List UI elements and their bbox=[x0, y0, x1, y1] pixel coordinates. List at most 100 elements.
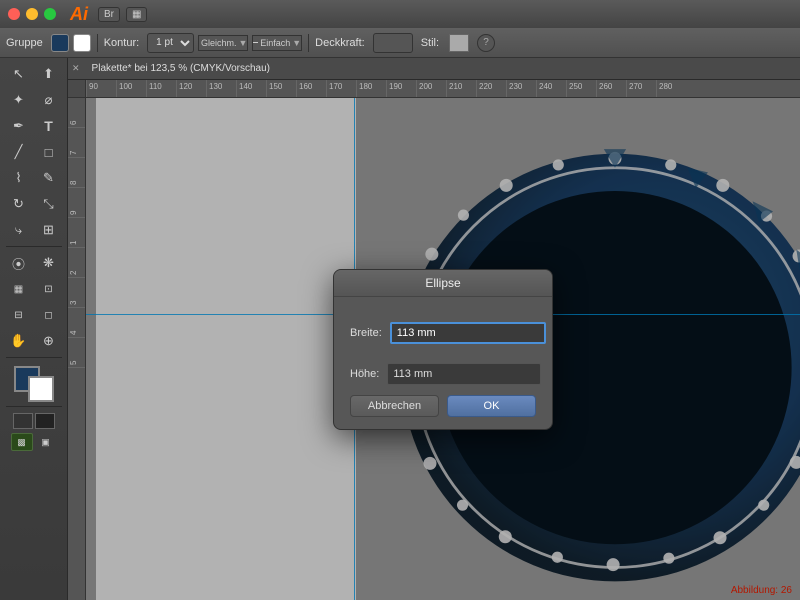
stroke-color-btn[interactable] bbox=[73, 34, 91, 52]
zoom-tool[interactable]: ⊕ bbox=[35, 329, 63, 353]
left-toolbar: ↖ ⬆ ✦ ⌀ ✒ T ╱ □ ⌇ ✎ ↻ ⤡ ⤷ ⊞ ⦿ ❋ bbox=[0, 58, 68, 600]
ruler-mark: 200 bbox=[416, 80, 446, 98]
ruler-v-mark: 6 bbox=[68, 98, 85, 128]
stroke-style2-preview[interactable]: Einfach ▼ bbox=[252, 35, 302, 51]
lasso-tool[interactable]: ⌀ bbox=[35, 88, 63, 112]
tool-row-6: ↻ ⤡ bbox=[5, 192, 63, 216]
blend-tool[interactable]: ⦿ bbox=[5, 251, 33, 275]
link-icon[interactable] bbox=[550, 313, 553, 353]
ruler-v-mark: 2 bbox=[68, 248, 85, 278]
tool-row-4: ╱ □ bbox=[5, 140, 63, 164]
ruler-mark: 180 bbox=[356, 80, 386, 98]
ruler-mark: 150 bbox=[266, 80, 296, 98]
pen-tool[interactable]: ✒ bbox=[5, 114, 33, 138]
normal-mode[interactable] bbox=[13, 413, 33, 429]
cancel-button[interactable]: Abbrechen bbox=[350, 395, 439, 417]
fill-mode[interactable]: ▩ bbox=[11, 433, 33, 451]
ruler-mark: 210 bbox=[446, 80, 476, 98]
pencil-tool[interactable]: ✎ bbox=[35, 166, 63, 190]
line-tool[interactable]: ╱ bbox=[5, 140, 33, 164]
ruler-h-marks: 90 100 110 120 130 140 150 160 170 180 1… bbox=[86, 80, 800, 98]
hoehe-input[interactable] bbox=[387, 363, 541, 385]
ruler-mark: 270 bbox=[626, 80, 656, 98]
screen-mode[interactable] bbox=[35, 413, 55, 429]
ruler-mark: 160 bbox=[296, 80, 326, 98]
background-color[interactable] bbox=[28, 376, 54, 402]
tab-title: Plakette* bei 123,5 % (CMYK/Vorschau) bbox=[84, 63, 278, 74]
opacity-input[interactable]: 100% bbox=[373, 33, 413, 53]
stil-preview[interactable] bbox=[449, 34, 469, 52]
ruler-mark: 140 bbox=[236, 80, 266, 98]
view-mode-row: ▩ ▣ bbox=[11, 433, 57, 451]
breite-input[interactable] bbox=[390, 322, 546, 344]
selection-tool[interactable]: ↖ bbox=[5, 62, 33, 86]
kontur-label: Kontur: bbox=[104, 37, 139, 49]
tab-close-icon[interactable]: ✕ bbox=[72, 63, 80, 74]
canvas-with-vruler: 6 7 8 9 1 2 3 4 5 bbox=[68, 98, 800, 600]
divider1 bbox=[97, 34, 98, 52]
ruler-v-mark: 8 bbox=[68, 158, 85, 188]
tool-row-10: ⊟ ◻ bbox=[5, 303, 63, 327]
hand-tool[interactable]: ✋ bbox=[5, 329, 33, 353]
tool-row-1: ↖ ⬆ bbox=[5, 62, 63, 86]
opacity-label: Deckkraft: bbox=[315, 37, 365, 49]
tool-separator-2 bbox=[6, 357, 62, 358]
help-button[interactable]: ? bbox=[477, 34, 495, 52]
scale-tool[interactable]: ⤡ bbox=[35, 192, 63, 216]
stroke-style2-label: Einfach bbox=[260, 38, 290, 48]
mode-icons bbox=[13, 413, 55, 429]
ruler-mark: 280 bbox=[656, 80, 686, 98]
slice-tool[interactable]: ⊡ bbox=[35, 277, 63, 301]
group-label: Gruppe bbox=[6, 37, 43, 49]
ruler-mark: 120 bbox=[176, 80, 206, 98]
tool-row-8: ⦿ ❋ bbox=[5, 251, 63, 275]
stroke-mode[interactable]: ▣ bbox=[35, 433, 57, 451]
fill-color-btn[interactable] bbox=[51, 34, 69, 52]
shape-tool[interactable]: □ bbox=[35, 140, 63, 164]
hoehe-label: Höhe: bbox=[350, 368, 379, 380]
tool-row-3: ✒ T bbox=[5, 114, 63, 138]
magic-wand-tool[interactable]: ✦ bbox=[5, 88, 33, 112]
stroke-weight-select[interactable]: 1 pt bbox=[147, 33, 194, 53]
paintbrush-tool[interactable]: ⌇ bbox=[5, 166, 33, 190]
ruler-mark: 260 bbox=[596, 80, 626, 98]
ruler-mark: 230 bbox=[506, 80, 536, 98]
dialog-body: Breite: bbox=[334, 297, 552, 429]
ruler-v-mark: 5 bbox=[68, 338, 85, 368]
ruler-horizontal: 90 100 110 120 130 140 150 160 170 180 1… bbox=[68, 80, 800, 98]
ruler-mark: 190 bbox=[386, 80, 416, 98]
ruler-mark: 90 bbox=[86, 80, 116, 98]
ellipse-dialog: Ellipse Breite: bbox=[333, 269, 553, 430]
ruler-mark: 170 bbox=[326, 80, 356, 98]
tool-separator-3 bbox=[6, 406, 62, 407]
ruler-mark: 110 bbox=[146, 80, 176, 98]
dialog-buttons: Abbrechen OK bbox=[350, 395, 536, 417]
layout-button[interactable]: ▦ bbox=[126, 7, 147, 22]
maximize-button[interactable] bbox=[44, 8, 56, 20]
column-graph-tool[interactable]: ▦ bbox=[5, 277, 33, 301]
close-button[interactable] bbox=[8, 8, 20, 20]
ruler-v-mark: 3 bbox=[68, 278, 85, 308]
dialog-titlebar: Ellipse bbox=[334, 270, 552, 297]
ruler-mark: 130 bbox=[206, 80, 236, 98]
ruler-v-mark: 1 bbox=[68, 218, 85, 248]
bridge-button[interactable]: Br bbox=[98, 7, 120, 22]
artboard-tool[interactable]: ⊟ bbox=[5, 303, 33, 327]
titlebar: Ai Br ▦ bbox=[0, 0, 800, 28]
eraser-tool[interactable]: ◻ bbox=[35, 303, 63, 327]
warp-tool[interactable]: ⤷ bbox=[5, 218, 33, 242]
free-transform-tool[interactable]: ⊞ bbox=[35, 218, 63, 242]
main-toolbar: Gruppe Kontur: 1 pt Gleichm. ▼ Einfach ▼… bbox=[0, 28, 800, 58]
ok-button[interactable]: OK bbox=[447, 395, 536, 417]
ruler-mark: 100 bbox=[116, 80, 146, 98]
minimize-button[interactable] bbox=[26, 8, 38, 20]
ruler-mark: 250 bbox=[566, 80, 596, 98]
rotate-tool[interactable]: ↻ bbox=[5, 192, 33, 216]
color-boxes bbox=[14, 366, 54, 402]
text-tool[interactable]: T bbox=[35, 114, 63, 138]
direct-selection-tool[interactable]: ⬆ bbox=[35, 62, 63, 86]
breite-row: Breite: bbox=[350, 313, 536, 353]
stroke-style1-label: Gleichm. bbox=[201, 38, 237, 48]
symbol-tool[interactable]: ❋ bbox=[35, 251, 63, 275]
stroke-style1-preview[interactable]: Gleichm. ▼ bbox=[198, 35, 248, 51]
